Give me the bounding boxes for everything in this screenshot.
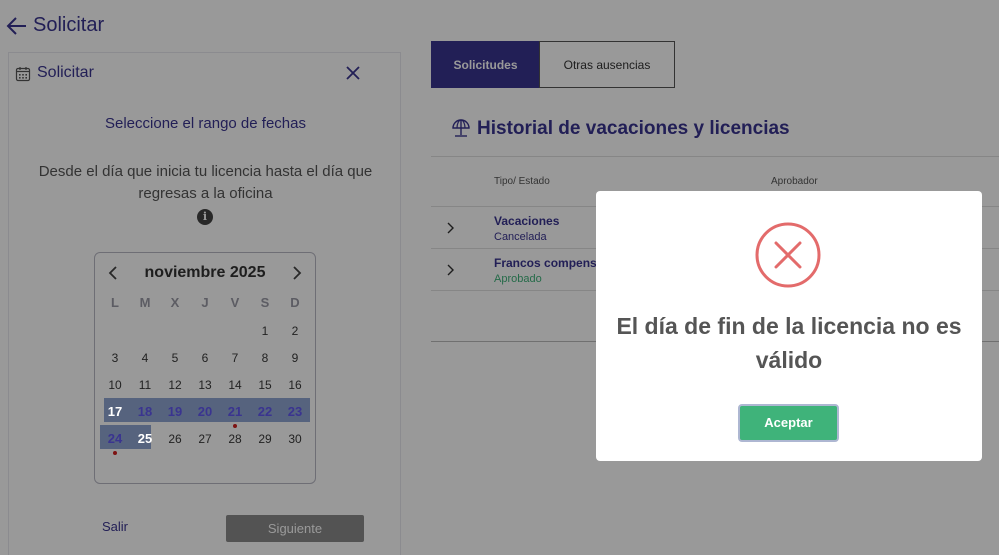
calendar-day-number: 27 <box>198 432 212 446</box>
calendar-day-number: 11 <box>138 378 152 392</box>
error-x-icon <box>755 222 821 288</box>
error-dialog: El día de fin de la licencia no es válid… <box>596 191 982 461</box>
calendar-day-number: 29 <box>258 432 272 446</box>
calendar-day-number: 5 <box>171 351 179 365</box>
calendar-day-number: 16 <box>288 378 302 392</box>
calendar-day-number: 28 <box>228 432 242 446</box>
calendar-day-number: 8 <box>261 351 269 365</box>
calendar-day-number: 6 <box>201 351 209 365</box>
calendar-day-number: 24 <box>107 431 123 446</box>
calendar-day-number: 12 <box>168 378 182 392</box>
calendar-day-number: 14 <box>228 378 242 392</box>
calendar-day-number: 23 <box>287 404 303 419</box>
calendar-day-number: 22 <box>257 404 273 419</box>
calendar-day-number: 30 <box>288 432 302 446</box>
calendar-day-number: 3 <box>111 351 119 365</box>
calendar-day-number: 13 <box>198 378 212 392</box>
calendar-day-number: 9 <box>291 351 299 365</box>
accept-button[interactable]: Aceptar <box>738 404 839 442</box>
calendar-day-number: 10 <box>108 378 122 392</box>
calendar-day-number: 19 <box>167 404 183 419</box>
calendar-day-number: 21 <box>227 404 243 419</box>
calendar-day-number: 4 <box>141 351 149 365</box>
calendar-day-number: 15 <box>258 378 272 392</box>
calendar-day-number: 26 <box>168 432 182 446</box>
calendar-day-number: 20 <box>197 404 213 419</box>
calendar-day-number: 18 <box>137 404 153 419</box>
calendar-day-number: 7 <box>231 351 239 365</box>
error-message: El día de fin de la licencia no es válid… <box>616 313 962 373</box>
calendar-day-number: 25 <box>137 431 153 446</box>
calendar-day-number: 1 <box>261 324 269 338</box>
calendar-day-number: 17 <box>107 404 123 419</box>
calendar-day-number: 2 <box>291 324 299 338</box>
